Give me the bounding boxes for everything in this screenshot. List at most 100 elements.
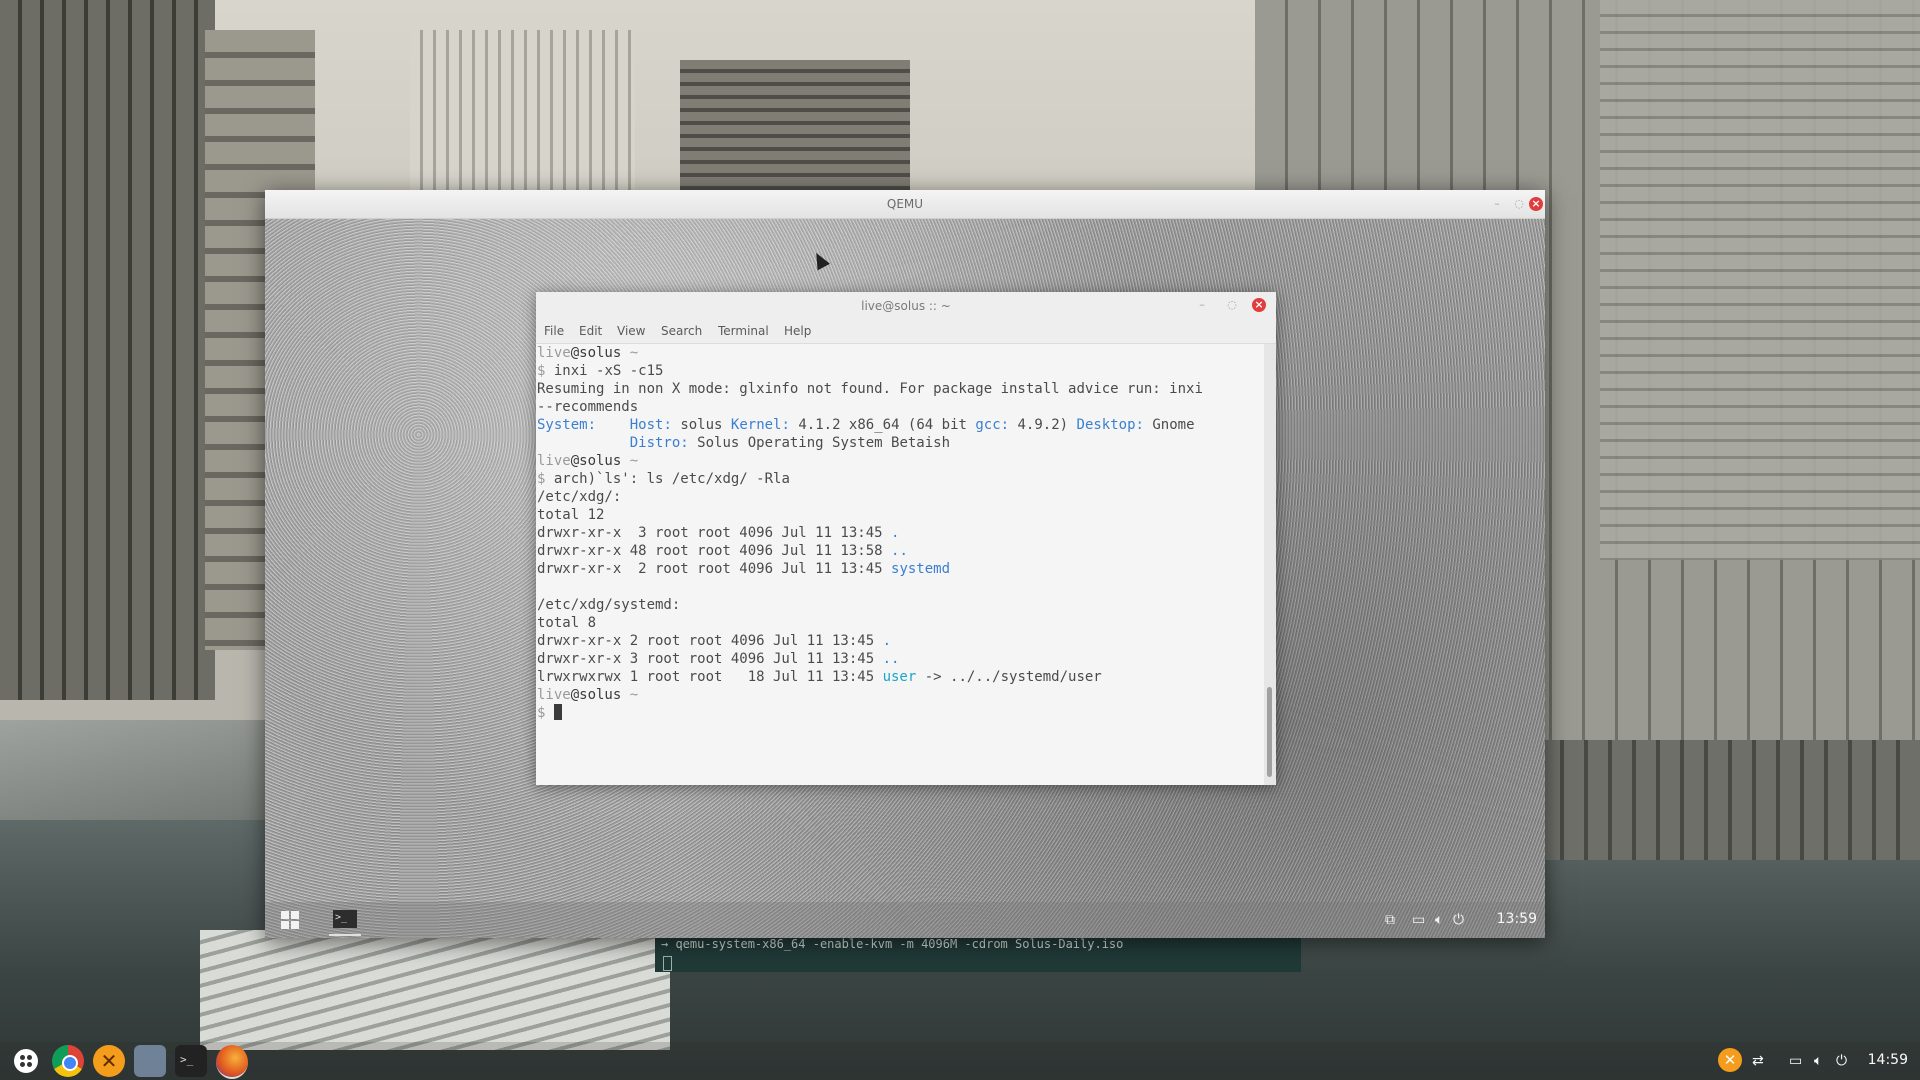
- terminal-line: total 12: [537, 507, 605, 523]
- wallpaper-building-mid2: [680, 60, 910, 190]
- prompt-user: live: [537, 687, 571, 703]
- menu-terminal[interactable]: Terminal: [718, 324, 769, 338]
- terminal-line: drwxr-xr-x 2 root root 4096 Jul 11 13:45…: [537, 632, 891, 650]
- ls-entry-dir: systemd: [891, 561, 951, 577]
- firefox-icon[interactable]: [216, 1045, 248, 1079]
- display-icon[interactable]: ▭: [1412, 912, 1425, 928]
- volume-icon[interactable]: 🔈︎: [1814, 1053, 1822, 1069]
- inxi-key: Host:: [629, 417, 672, 433]
- menu-search[interactable]: Search: [661, 324, 702, 338]
- command-text: arch)`ls': ls /etc/xdg/ -Rla: [545, 471, 790, 487]
- xcross-icon[interactable]: ✕: [93, 1045, 125, 1077]
- camera-icon[interactable]: [134, 1045, 166, 1077]
- ls-entry-meta: drwxr-xr-x 48 root root 4096 Jul 11 13:5…: [537, 543, 892, 559]
- terminal-line: --recommends: [537, 399, 639, 415]
- terminal-line: drwxr-xr-x 2 root root 4096 Jul 11 13:45…: [537, 560, 950, 578]
- vm-display[interactable]: solus live@solus :: ~ – ◌ × File Edit Vi…: [265, 219, 1545, 938]
- chrome-icon[interactable]: [52, 1045, 84, 1077]
- ls-entry-dir: ..: [891, 543, 908, 559]
- terminal-line: System: Host: solus Kernel: 4.1.2 x86_64…: [537, 416, 1195, 434]
- ls-entry-meta: drwxr-xr-x 2 root root 4096 Jul 11 13:45: [537, 561, 892, 577]
- prompt-path: ~: [621, 345, 639, 361]
- inxi-system-label: System:: [537, 417, 597, 433]
- prompt-symbol: $: [537, 705, 554, 721]
- terminal-line: /etc/xdg/:: [537, 489, 622, 505]
- wallpaper-steps: [200, 930, 670, 1050]
- scrollbar-thumb[interactable]: [1267, 687, 1272, 777]
- menu-view[interactable]: View: [617, 324, 645, 338]
- inxi-value: Gnome: [1143, 417, 1195, 433]
- ls-entry-meta: drwxr-xr-x 2 root root 4096 Jul 11 13:45: [537, 633, 883, 649]
- qemu-window-title: QEMU: [886, 197, 924, 211]
- qemu-titlebar[interactable]: QEMU – ◌ ×: [265, 190, 1545, 219]
- maximize-icon[interactable]: ◌: [1224, 297, 1240, 313]
- terminal-line: $: [537, 704, 562, 722]
- ls-entry-meta: lrwxrwxrwx 1 root root 18 Jul 11 13:45: [537, 669, 883, 685]
- xcross-tray-icon[interactable]: ✕: [1718, 1048, 1742, 1072]
- window-switcher-icon[interactable]: ⧉: [1385, 912, 1395, 928]
- terminal-line: drwxr-xr-x 48 root root 4096 Jul 11 13:5…: [537, 542, 908, 560]
- text-cursor: [553, 704, 562, 720]
- network-icon[interactable]: ⇄: [1752, 1053, 1764, 1069]
- inxi-key: Distro:: [629, 435, 689, 451]
- ls-entry-meta: drwxr-xr-x 3 root root 4096 Jul 11 13:45: [537, 525, 892, 541]
- terminal-line: Resuming in non X mode: glxinfo not foun…: [537, 381, 1203, 397]
- close-icon[interactable]: ×: [1252, 298, 1266, 312]
- wallpaper-glass-tower: [1600, 0, 1920, 560]
- power-icon[interactable]: ⏻: [1836, 1053, 1847, 1069]
- inxi-key: Desktop:: [1076, 417, 1144, 433]
- prompt-host: @solus: [570, 453, 622, 469]
- guest-terminal-menubar: File Edit View Search Terminal Help: [536, 319, 1276, 344]
- inxi-key: gcc:: [975, 417, 1010, 433]
- terminal-line: $ arch)`ls': ls /etc/xdg/ -Rla: [537, 470, 790, 488]
- inxi-value: Solus Operating System Betaish: [688, 435, 951, 451]
- power-icon[interactable]: ⏻: [1453, 912, 1464, 928]
- guest-terminal-titlebar[interactable]: live@solus :: ~ – ◌ ×: [536, 292, 1276, 319]
- notifications-icon[interactable]: ▭: [1789, 1053, 1802, 1069]
- terminal-line: /etc/xdg/systemd:: [537, 597, 681, 613]
- host-terminal-cursor: [663, 956, 672, 971]
- menu-help[interactable]: Help: [784, 324, 811, 338]
- guest-terminal-title: live@solus :: ~: [861, 299, 951, 313]
- menu-file[interactable]: File: [544, 324, 564, 338]
- terminal-line: live@solus ~: [537, 452, 638, 470]
- ls-entry-link: user: [882, 669, 917, 685]
- inxi-key: Kernel:: [730, 417, 790, 433]
- menu-edit[interactable]: Edit: [579, 324, 602, 338]
- maximize-icon[interactable]: ◌: [1511, 196, 1527, 212]
- wallpaper-building-mid: [410, 30, 635, 190]
- apps-menu-icon[interactable]: [281, 911, 299, 929]
- inxi-value: solus: [671, 417, 731, 433]
- terminal-line: drwxr-xr-x 3 root root 4096 Jul 11 13:45…: [537, 524, 899, 542]
- guest-clock[interactable]: 13:59: [1497, 911, 1537, 927]
- guest-terminal-window[interactable]: live@solus :: ~ – ◌ × File Edit View Sea…: [536, 292, 1276, 785]
- terminal-line: total 8: [537, 615, 597, 631]
- ls-entry-dir: .: [891, 525, 900, 541]
- host-terminal-command: → qemu-system-x86_64 -enable-kvm -m 4096…: [661, 937, 1124, 951]
- prompt-path: ~: [621, 453, 639, 469]
- ls-entry-dir: .: [882, 633, 892, 649]
- menu-icon[interactable]: [10, 1045, 42, 1077]
- volume-icon[interactable]: 🔈︎: [1435, 912, 1443, 928]
- terminal-line: $ inxi -xS -c15: [537, 362, 663, 380]
- prompt-user: live: [537, 345, 571, 361]
- command-text: inxi -xS -c15: [545, 363, 664, 379]
- minimize-icon[interactable]: –: [1194, 297, 1210, 313]
- qemu-window[interactable]: QEMU – ◌ × solus live@solus :: ~ – ◌ × F…: [265, 190, 1545, 938]
- terminal-icon[interactable]: >_: [175, 1045, 207, 1077]
- inxi-value: 4.9.2): [1009, 417, 1077, 433]
- terminal-icon: >_: [333, 910, 357, 928]
- terminal-scrollbar[interactable]: [1264, 344, 1276, 785]
- terminal-line: live@solus ~: [537, 686, 638, 704]
- host-clock[interactable]: 14:59: [1868, 1052, 1908, 1068]
- minimize-icon[interactable]: –: [1489, 196, 1505, 212]
- close-icon[interactable]: ×: [1529, 197, 1543, 211]
- ls-entry-dir: ..: [882, 651, 900, 667]
- ls-entry-meta: drwxr-xr-x 3 root root 4096 Jul 11 13:45: [537, 651, 883, 667]
- taskbar-terminal[interactable]: >_: [329, 906, 361, 936]
- mouse-pointer-icon: [810, 249, 830, 271]
- wallpaper-riverwalk: [1540, 740, 1920, 860]
- prompt-host: @solus: [570, 345, 622, 361]
- terminal-line: Distro: Solus Operating System Betaish: [537, 434, 950, 452]
- guest-terminal-output[interactable]: live@solus ~ $ inxi -xS -c15 Resuming in…: [536, 344, 1264, 785]
